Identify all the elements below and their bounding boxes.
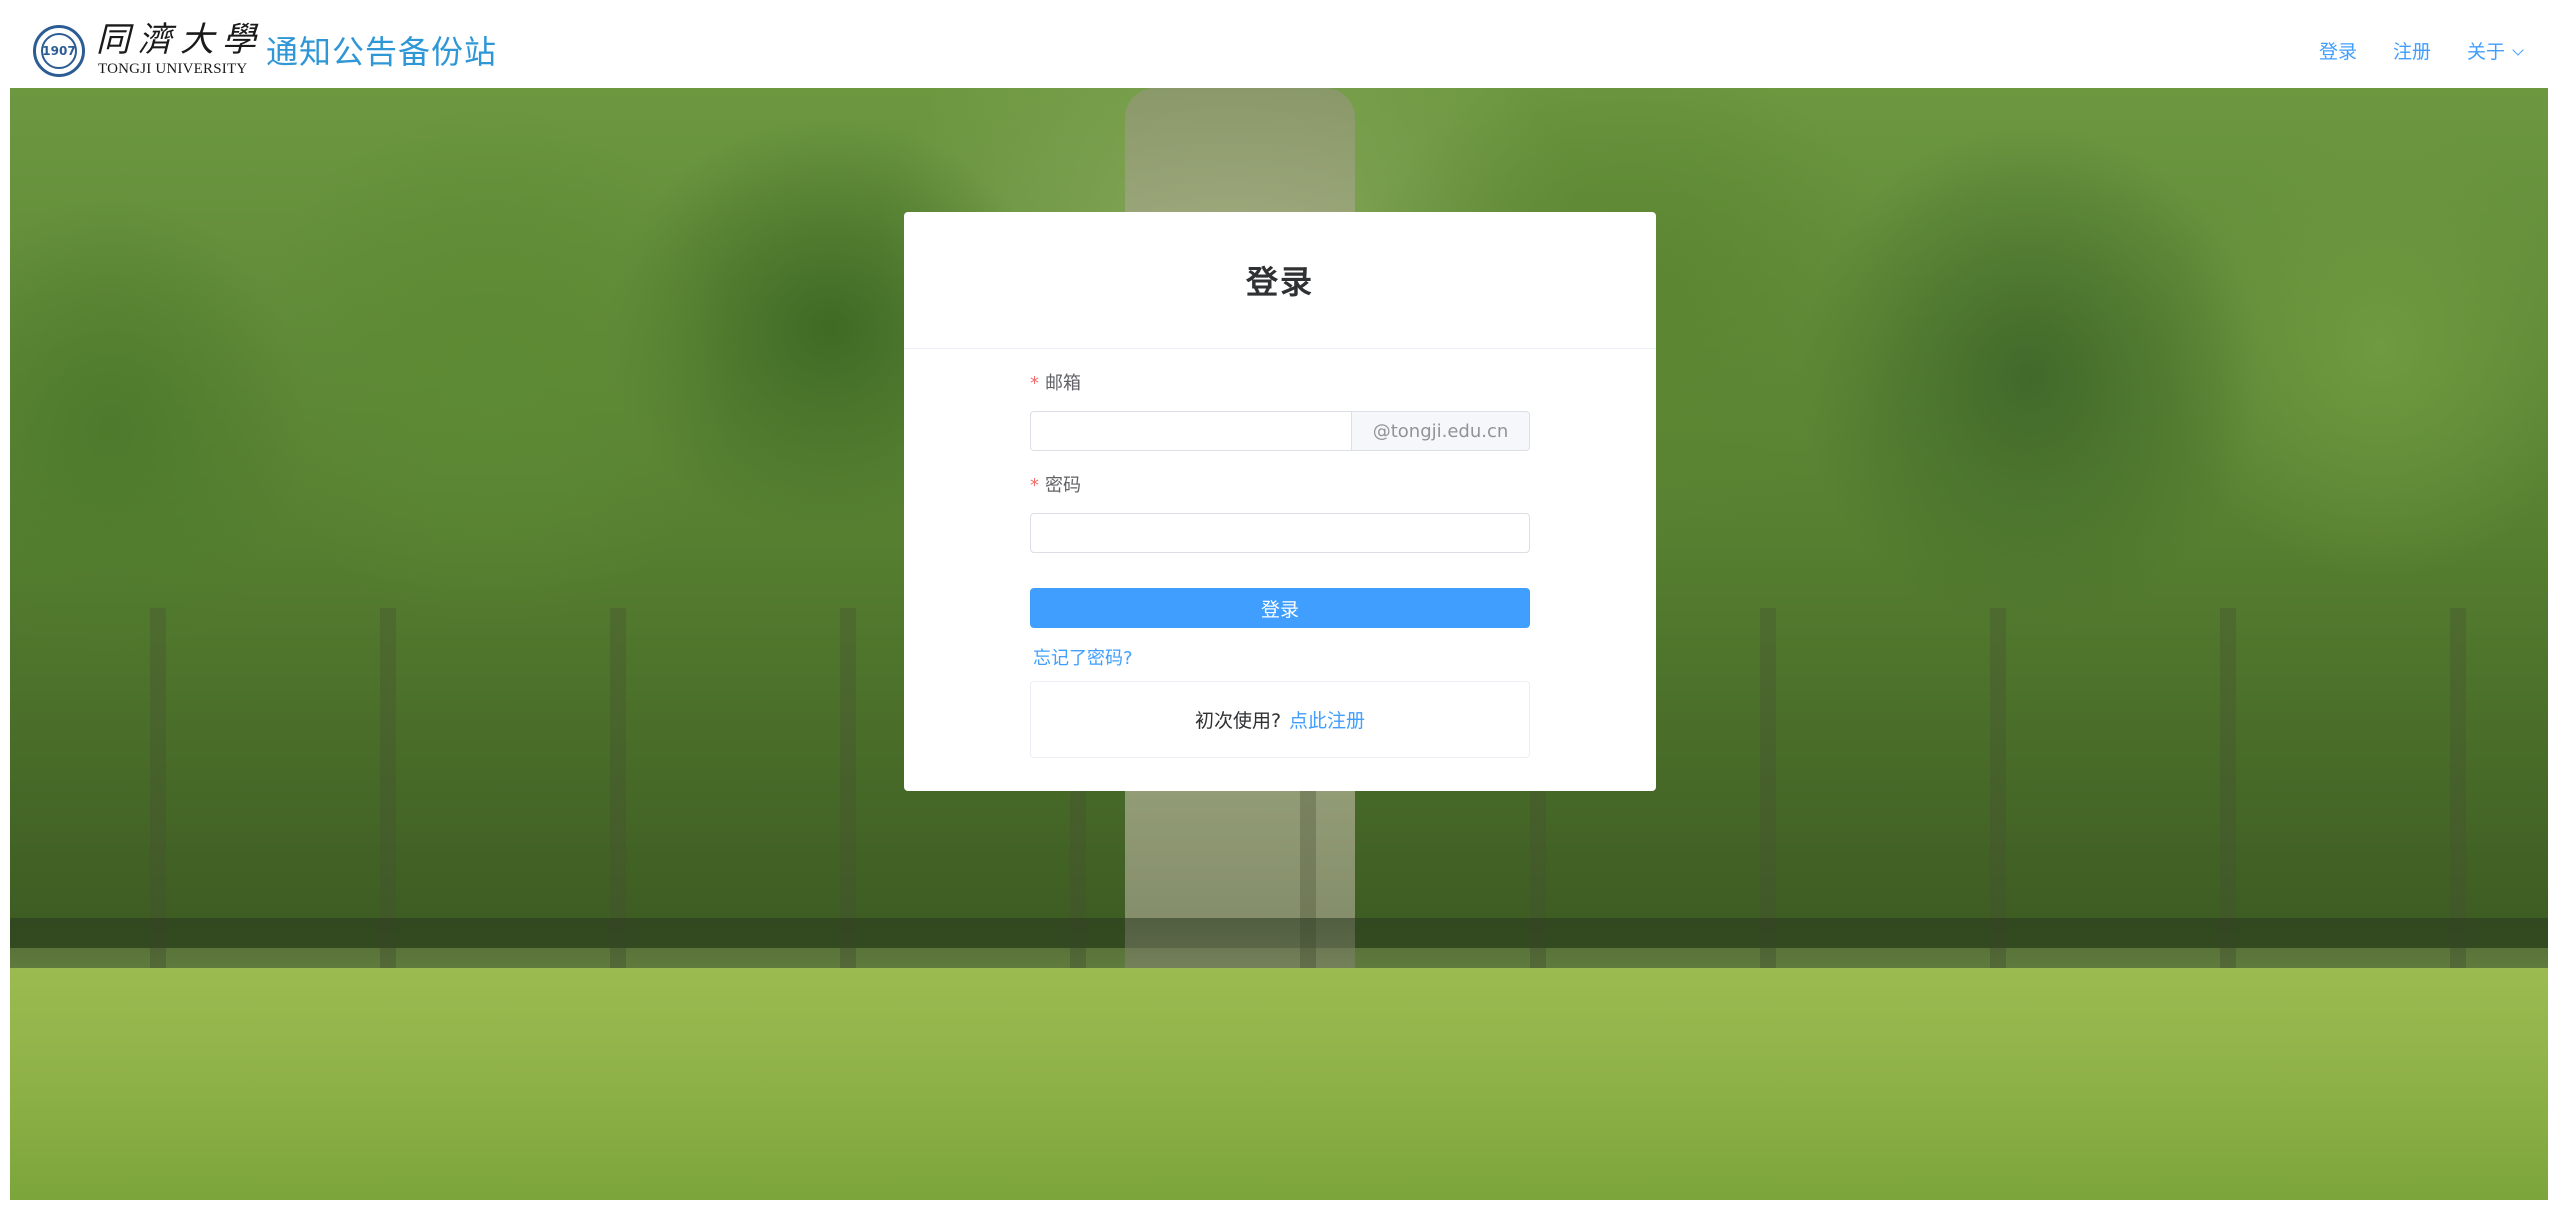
required-mark: * [1030,373,1039,394]
register-link[interactable]: 点此注册 [1289,706,1365,733]
login-button-label: 登录 [1260,598,1299,621]
university-name-cn: 同濟大學 [96,20,264,60]
email-input-group: @tongji.edu.cn [1030,411,1530,451]
login-card: 登录 * 邮箱 @tongji.edu.cn * 密码 登录 忘记了密码? 初次使用… [904,212,1656,791]
login-card-header: 登录 [904,212,1656,349]
email-label-text: 邮箱 [1045,373,1081,394]
login-form: * 邮箱 @tongji.edu.cn * 密码 登录 忘记了密码? 初次使用? 点… [1030,372,1530,758]
forgot-password-link[interactable]: 忘记了密码? [1033,647,1133,671]
register-prompt-box: 初次使用? 点此注册 [1030,681,1530,758]
email-label: * 邮箱 [1030,372,1530,396]
nav-login-link[interactable]: 登录 [2319,40,2357,64]
nav-about-dropdown[interactable]: 关于 [2466,40,2524,64]
password-input-group [1030,513,1530,553]
chevron-down-icon [2512,44,2524,56]
top-header: 1907 同濟大學 TONGJI UNIVERSITY 通知公告备份站 登录 注… [0,0,2558,88]
email-domain-suffix: @tongji.edu.cn [1352,411,1530,451]
nav-about-label: 关于 [2466,41,2505,63]
nav-register-label: 注册 [2392,41,2431,63]
site-title: 通知公告备份站 [266,33,498,71]
login-button[interactable]: 登录 [1030,588,1530,628]
university-emblem-icon: 1907 [33,25,85,77]
password-label-text: 密码 [1045,475,1081,496]
required-mark: * [1030,475,1039,496]
login-title: 登录 [1245,263,1314,301]
nav-login-label: 登录 [2318,41,2357,63]
password-field[interactable] [1030,513,1530,553]
top-nav: 登录 注册 关于 [2319,40,2524,64]
university-name-en: TONGJI UNIVERSITY [98,61,248,77]
nav-register-link[interactable]: 注册 [2393,40,2431,64]
email-field[interactable] [1030,411,1352,451]
first-time-text: 初次使用? [1194,710,1282,732]
password-label: * 密码 [1030,474,1530,498]
emblem-year: 1907 [41,33,77,69]
